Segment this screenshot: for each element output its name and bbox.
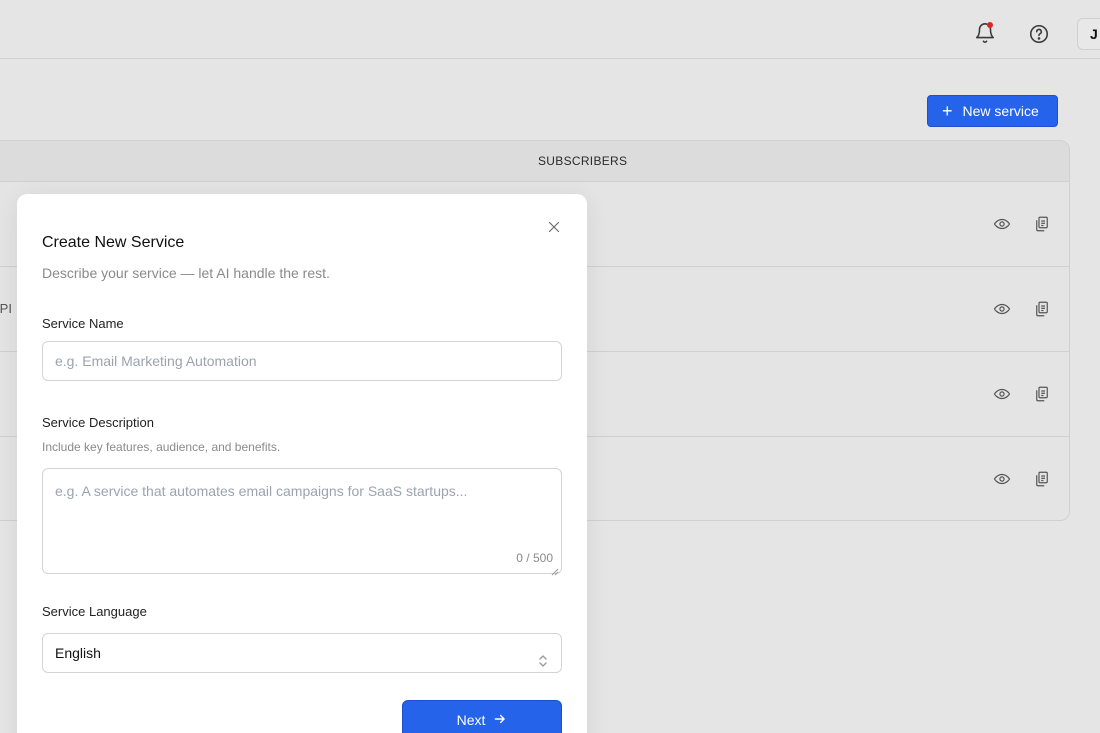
next-button[interactable]: Next [402, 700, 562, 733]
notification-dot [987, 22, 993, 28]
service-language-value: English [55, 645, 101, 661]
service-name-label: Service Name [42, 316, 124, 331]
copy-icon[interactable] [1033, 300, 1051, 318]
chevron-updown-icon [537, 645, 549, 667]
new-service-button[interactable]: + New service [927, 95, 1058, 127]
help-icon[interactable] [1025, 20, 1053, 48]
column-header-subscribers: SUBSCRIBERS [538, 154, 628, 168]
row-text: API [0, 301, 12, 316]
new-service-label: New service [962, 103, 1039, 119]
bell-icon[interactable] [971, 19, 999, 47]
modal-title: Create New Service [42, 234, 185, 251]
service-description-textarea[interactable]: e.g. A service that automates email camp… [42, 468, 562, 576]
service-name-input[interactable]: e.g. Email Marketing Automation [42, 341, 562, 381]
table-header: SUBSCRIBERS [0, 141, 1069, 182]
plus-icon: + [942, 101, 953, 121]
copy-icon[interactable] [1033, 470, 1051, 488]
copy-icon[interactable] [1033, 385, 1051, 403]
avatar[interactable]: J [1077, 18, 1100, 50]
service-language-select[interactable]: English [42, 633, 562, 673]
eye-icon[interactable] [993, 300, 1011, 318]
service-description-hint: Include key features, audience, and bene… [42, 440, 281, 454]
resize-grip-icon[interactable] [551, 563, 559, 576]
service-description-placeholder: e.g. A service that automates email camp… [55, 483, 468, 499]
character-counter: 0 / 500 [516, 551, 553, 565]
eye-icon[interactable] [993, 385, 1011, 403]
eye-icon[interactable] [993, 215, 1011, 233]
close-icon[interactable] [545, 218, 563, 236]
modal-subtitle: Describe your service — let AI handle th… [42, 265, 330, 281]
copy-icon[interactable] [1033, 215, 1051, 233]
create-service-modal: Create New Service Describe your service… [17, 194, 587, 733]
next-label: Next [456, 712, 486, 728]
service-description-label: Service Description [42, 415, 154, 430]
arrow-right-icon [493, 712, 507, 729]
top-bar [0, 0, 1100, 59]
service-language-label: Service Language [42, 604, 147, 619]
eye-icon[interactable] [993, 470, 1011, 488]
